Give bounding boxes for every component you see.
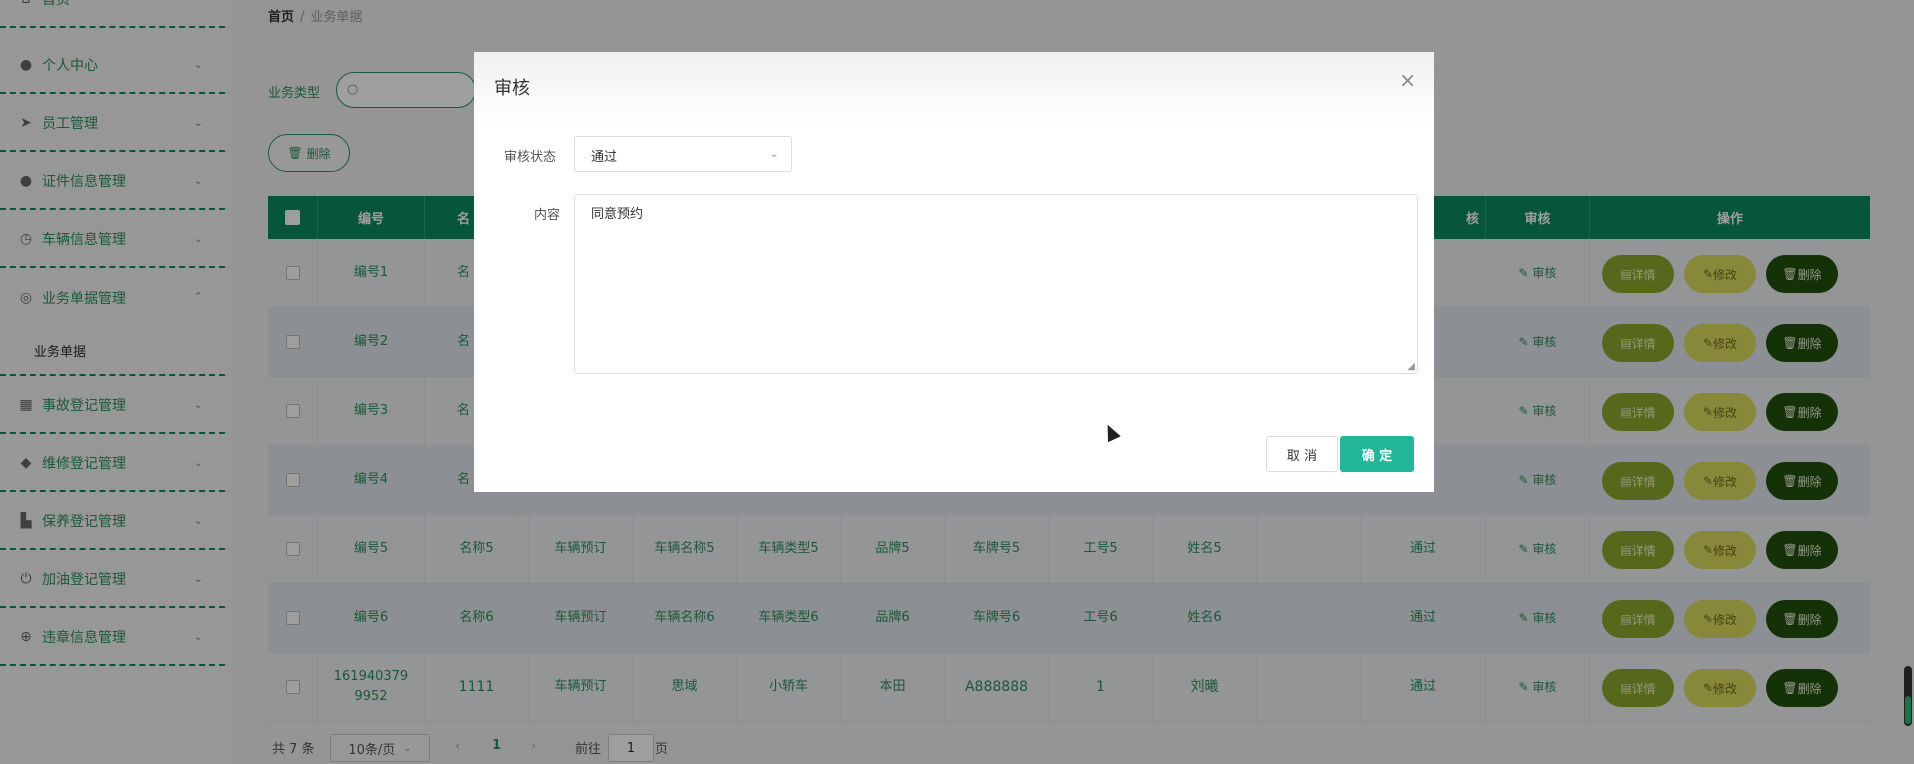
content-value: 同意预约 — [591, 207, 644, 222]
resize-handle-icon[interactable]: ◢ — [1407, 361, 1415, 372]
status-value: 通过 — [591, 150, 618, 165]
dialog-header: 审核 × — [474, 52, 1434, 124]
chevron-down-icon: ⌄ — [769, 147, 779, 160]
content-textarea[interactable]: 同意预约 ◢ — [574, 194, 1418, 374]
close-icon[interactable]: × — [1399, 68, 1416, 92]
content-label: 内容 — [534, 208, 561, 223]
confirm-button[interactable]: 确 定 — [1340, 436, 1414, 472]
status-select[interactable]: 通过 ⌄ — [574, 136, 792, 172]
audit-dialog: 审核 × 审核状态 通过 ⌄ 内容 同意预约 ◢ 取 消 确 定 — [474, 52, 1434, 492]
status-label: 审核状态 — [504, 150, 557, 165]
cancel-button[interactable]: 取 消 — [1266, 436, 1338, 472]
dialog-title: 审核 — [494, 78, 530, 99]
